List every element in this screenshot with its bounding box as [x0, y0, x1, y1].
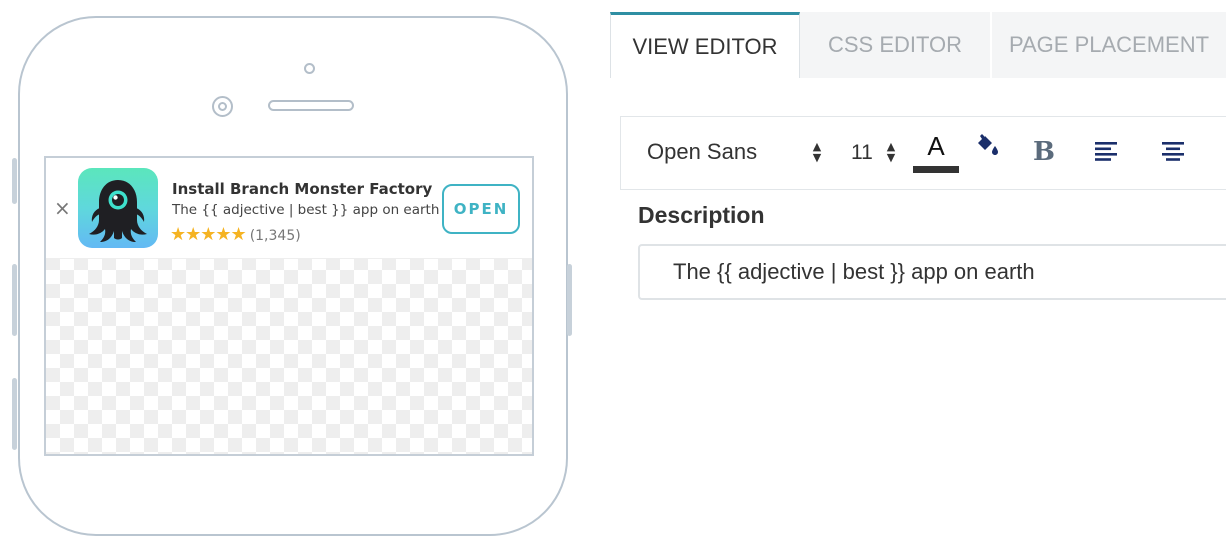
text-color-letter: A	[927, 131, 945, 161]
phone-earpiece	[268, 100, 354, 111]
phone-volume-down-button	[12, 378, 17, 450]
tab-view-editor[interactable]: VIEW EDITOR	[610, 12, 800, 78]
phone-screen: × Install Branch Monster Factory The {{ …	[44, 156, 534, 456]
align-center-glyph	[1162, 142, 1184, 161]
font-family-stepper-icon[interactable]: ▲ ▼	[811, 141, 823, 163]
close-icon[interactable]: ×	[54, 198, 71, 218]
smart-banner: × Install Branch Monster Factory The {{ …	[46, 158, 532, 259]
phone-sensor-dot	[304, 63, 315, 74]
align-left-icon[interactable]	[1095, 141, 1119, 166]
phone-power-button	[567, 264, 572, 336]
text-toolbar: Open Sans ▲ ▼ 11 ▲ ▼ A B	[620, 116, 1226, 190]
description-input[interactable]	[638, 244, 1226, 300]
align-center-icon[interactable]	[1161, 141, 1185, 166]
app-icon	[78, 168, 158, 248]
rating-count: (1,345)	[249, 228, 301, 244]
description-label: Description	[638, 202, 765, 228]
align-left-glyph	[1095, 142, 1117, 161]
fill-color-icon[interactable]	[975, 133, 1001, 164]
app-title: Install Branch Monster Factory	[172, 180, 433, 198]
text-color-icon[interactable]: A	[913, 131, 959, 173]
bold-icon[interactable]: B	[1033, 137, 1055, 167]
phone-camera-icon	[212, 96, 233, 117]
app-rating: ★★★★★ (1,345)	[170, 224, 301, 245]
open-button[interactable]: OPEN	[442, 184, 520, 234]
app-description: The {{ adjective | best }} app on earth	[172, 202, 440, 218]
tab-page-placement[interactable]: PAGE PLACEMENT	[990, 12, 1226, 78]
rating-stars-icon: ★★★★★	[170, 224, 247, 245]
chevron-down-icon: ▼	[886, 151, 896, 164]
font-family-select[interactable]: Open Sans	[647, 139, 757, 165]
font-size-stepper-icon[interactable]: ▲ ▼	[885, 141, 897, 163]
monster-icon	[89, 180, 147, 242]
phone-volume-up-button	[12, 264, 17, 336]
paint-bucket-icon	[978, 134, 998, 155]
chevron-down-icon: ▼	[812, 151, 822, 164]
font-size-value[interactable]: 11	[851, 141, 873, 165]
text-color-swatch	[913, 166, 959, 173]
tab-css-editor[interactable]: CSS EDITOR	[800, 12, 990, 78]
editor-tabs: VIEW EDITOR CSS EDITOR PAGE PLACEMENT	[610, 12, 1226, 78]
phone-side-button	[12, 158, 17, 204]
